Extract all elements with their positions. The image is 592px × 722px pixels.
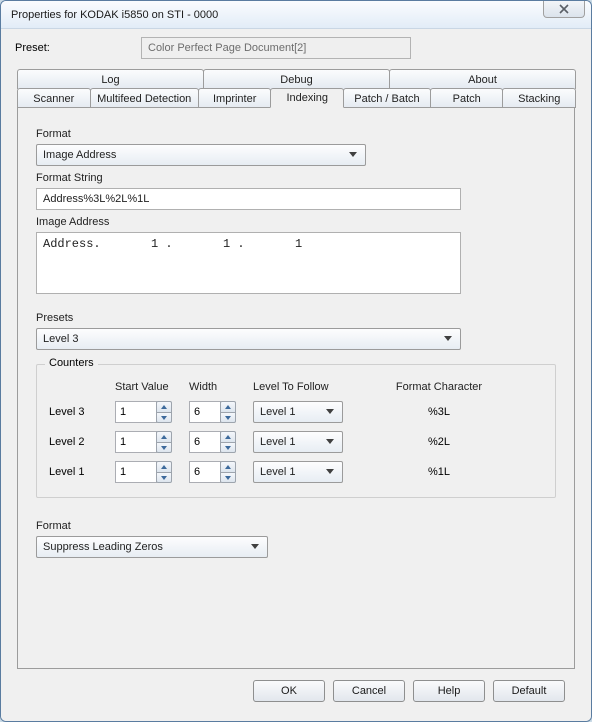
titlebar: Properties for KODAK i5850 on STI - 0000 xyxy=(1,1,591,29)
chevron-down-icon xyxy=(440,332,456,346)
spin-buttons[interactable] xyxy=(156,461,172,483)
preset-row: Preset: Color Perfect Page Document[2] xyxy=(11,37,581,59)
spin-up-icon[interactable] xyxy=(220,401,236,412)
tab-row-lower: Scanner Multifeed Detection Imprinter In… xyxy=(17,88,575,108)
col-start: Start Value xyxy=(115,381,183,393)
start-value-0[interactable]: 1 xyxy=(115,401,157,423)
tab-patch-batch[interactable]: Patch / Batch xyxy=(343,88,431,108)
tab-patch[interactable]: Patch xyxy=(430,88,504,108)
start-spin-1[interactable]: 1 xyxy=(115,431,183,453)
spin-down-icon[interactable] xyxy=(156,472,172,483)
tab-log[interactable]: Log xyxy=(17,69,204,89)
cancel-button[interactable]: Cancel xyxy=(333,680,405,702)
preset-value: Color Perfect Page Document[2] xyxy=(141,37,411,59)
spin-up-icon[interactable] xyxy=(156,401,172,412)
ok-button[interactable]: OK xyxy=(253,680,325,702)
chevron-down-icon xyxy=(247,540,263,554)
spin-down-icon[interactable] xyxy=(220,442,236,453)
start-value-2[interactable]: 1 xyxy=(115,461,157,483)
width-spin-1[interactable]: 6 xyxy=(189,431,247,453)
close-icon xyxy=(559,4,569,14)
format2-value: Suppress Leading Zeros xyxy=(43,541,163,553)
format-string-label: Format String xyxy=(36,172,556,184)
width-spin-0[interactable]: 6 xyxy=(189,401,247,423)
ltf-value-2: Level 1 xyxy=(260,466,295,478)
fc-1: %2L xyxy=(379,436,499,448)
width-value-1[interactable]: 6 xyxy=(189,431,221,453)
spin-buttons[interactable] xyxy=(220,461,236,483)
start-value-1[interactable]: 1 xyxy=(115,431,157,453)
ltf-value-1: Level 1 xyxy=(260,436,295,448)
width-value-0[interactable]: 6 xyxy=(189,401,221,423)
dialog-body: Preset: Color Perfect Page Document[2] L… xyxy=(1,29,591,721)
chevron-down-icon xyxy=(322,465,338,479)
format-label: Format xyxy=(36,128,556,140)
format-combo-value: Image Address xyxy=(43,149,116,161)
presets-label: Presets xyxy=(36,312,556,324)
tab-about[interactable]: About xyxy=(389,69,576,89)
format-string-value: Address%3L%2L%1L xyxy=(43,193,149,205)
ltf-combo-1[interactable]: Level 1 xyxy=(253,431,343,453)
row-label-2: Level 1 xyxy=(49,466,109,478)
tab-multifeed[interactable]: Multifeed Detection xyxy=(90,88,199,108)
spin-up-icon[interactable] xyxy=(220,431,236,442)
spin-buttons[interactable] xyxy=(220,401,236,423)
tab-indexing[interactable]: Indexing xyxy=(270,88,344,108)
dialog-footer: OK Cancel Help Default xyxy=(11,671,581,711)
start-spin-2[interactable]: 1 xyxy=(115,461,183,483)
format-string-input[interactable]: Address%3L%2L%1L xyxy=(36,188,461,210)
tab-imprinter[interactable]: Imprinter xyxy=(198,88,272,108)
presets-combo-value: Level 3 xyxy=(43,333,78,345)
preset-label: Preset: xyxy=(11,42,129,54)
width-value-2[interactable]: 6 xyxy=(189,461,221,483)
format2-label: Format xyxy=(36,520,556,532)
spin-down-icon[interactable] xyxy=(156,412,172,423)
close-button[interactable] xyxy=(543,0,585,18)
tab-debug[interactable]: Debug xyxy=(203,69,390,89)
ltf-combo-0[interactable]: Level 1 xyxy=(253,401,343,423)
help-button[interactable]: Help xyxy=(413,680,485,702)
col-fc: Format Character xyxy=(379,381,499,393)
image-address-display: Address. 1 . 1 . 1 xyxy=(36,232,461,294)
spin-up-icon[interactable] xyxy=(156,461,172,472)
properties-dialog: Properties for KODAK i5850 on STI - 0000… xyxy=(0,0,592,722)
tab-pane-indexing: Format Image Address Format String Addre… xyxy=(17,107,575,669)
spin-down-icon[interactable] xyxy=(156,442,172,453)
window-title: Properties for KODAK i5850 on STI - 0000 xyxy=(11,9,218,21)
spin-buttons[interactable] xyxy=(156,431,172,453)
width-spin-2[interactable]: 6 xyxy=(189,461,247,483)
spin-up-icon[interactable] xyxy=(156,431,172,442)
chevron-down-icon xyxy=(322,405,338,419)
spin-buttons[interactable] xyxy=(156,401,172,423)
tab-stacking[interactable]: Stacking xyxy=(502,88,576,108)
tab-scanner[interactable]: Scanner xyxy=(17,88,91,108)
chevron-down-icon xyxy=(345,148,361,162)
counters-legend: Counters xyxy=(45,357,98,369)
counters-group: Counters Start Value Width Level To Foll… xyxy=(36,364,556,498)
spin-down-icon[interactable] xyxy=(220,412,236,423)
col-width: Width xyxy=(189,381,247,393)
spin-buttons[interactable] xyxy=(220,431,236,453)
spin-down-icon[interactable] xyxy=(220,472,236,483)
format2-combo[interactable]: Suppress Leading Zeros xyxy=(36,536,268,558)
spin-up-icon[interactable] xyxy=(220,461,236,472)
start-spin-0[interactable]: 1 xyxy=(115,401,183,423)
format-combo[interactable]: Image Address xyxy=(36,144,366,166)
chevron-down-icon xyxy=(322,435,338,449)
presets-combo[interactable]: Level 3 xyxy=(36,328,461,350)
row-label-1: Level 2 xyxy=(49,436,109,448)
default-button[interactable]: Default xyxy=(493,680,565,702)
fc-2: %1L xyxy=(379,466,499,478)
ltf-value-0: Level 1 xyxy=(260,406,295,418)
row-label-0: Level 3 xyxy=(49,406,109,418)
image-address-label: Image Address xyxy=(36,216,556,228)
tab-strip: Log Debug About Scanner Multifeed Detect… xyxy=(17,69,575,109)
col-ltf: Level To Follow xyxy=(253,381,373,393)
counters-grid: Start Value Width Level To Follow Format… xyxy=(49,381,543,483)
tab-row-upper: Log Debug About xyxy=(17,69,575,89)
ltf-combo-2[interactable]: Level 1 xyxy=(253,461,343,483)
fc-0: %3L xyxy=(379,406,499,418)
